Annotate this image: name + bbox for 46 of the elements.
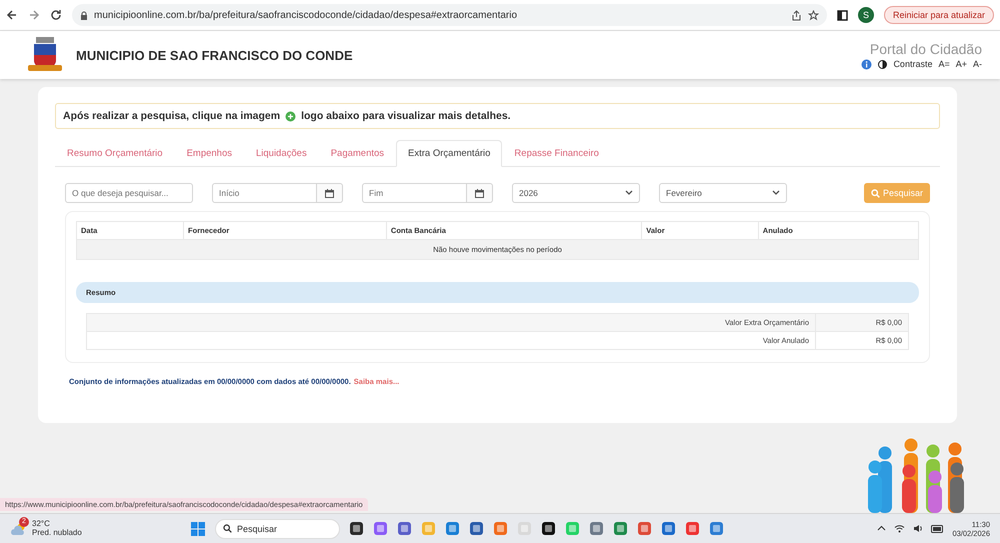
profile-avatar[interactable]: S <box>858 7 874 23</box>
battery-icon[interactable] <box>931 524 944 532</box>
tab[interactable]: Extra Orçamentário <box>396 140 502 167</box>
star-icon[interactable] <box>808 10 819 20</box>
update-button[interactable]: Reiniciar para atualizar <box>884 6 994 24</box>
calendar-icon <box>475 188 484 198</box>
share-icon[interactable] <box>790 10 802 20</box>
font-size-button[interactable]: A= <box>938 59 950 69</box>
back-icon[interactable] <box>6 9 18 21</box>
temperature-text: 32°C <box>32 520 51 528</box>
font-size-button[interactable]: A+ <box>956 59 967 69</box>
speaker-icon[interactable] <box>913 524 924 533</box>
notice-text: logo abaixo para visualizar mais detalhes. <box>301 110 511 122</box>
url-text: municipioonline.com.br/ba/prefeitura/saofranciscodoconde/cidadao/despesa#extraorcamentario <box>94 10 518 20</box>
lock-icon <box>80 10 88 20</box>
contrast-icon[interactable] <box>878 60 888 68</box>
app-icon[interactable] <box>541 521 556 536</box>
search-icon <box>223 524 232 533</box>
search-icon <box>870 188 880 198</box>
start-date-field[interactable]: Início <box>212 183 317 203</box>
site-title: MUNICIPIO DE SAO FRANCISCO DO CONDE <box>76 48 353 62</box>
taskbar-search-field[interactable]: Pesquisar <box>215 518 340 538</box>
notice-text: Após realizar a pesquisa, clique na imagem <box>63 110 280 122</box>
address-bar[interactable]: municipioonline.com.br/ba/prefeitura/saofranciscodoconde/cidadao/despesa#extraorcamentario <box>72 4 827 26</box>
calendar-icon <box>325 188 334 198</box>
reload-icon[interactable] <box>50 9 62 21</box>
weather-text: Pred. nublado <box>32 528 82 538</box>
font-size-button[interactable]: A- <box>973 59 982 69</box>
search-field[interactable]: O que deseja pesquisar... <box>65 183 193 203</box>
sidebar-icon[interactable] <box>836 10 848 20</box>
calendar-button[interactable] <box>467 183 493 203</box>
app-icon[interactable] <box>349 521 364 536</box>
month-dropdown[interactable]: Fevereiro <box>659 183 787 203</box>
calendar-button[interactable] <box>317 183 343 203</box>
chevron-up-icon[interactable] <box>877 524 886 533</box>
forward-icon[interactable] <box>28 9 40 21</box>
end-date-field[interactable]: Fim <box>362 183 467 203</box>
plus-circle-icon <box>285 110 296 122</box>
chevron-down-icon <box>772 190 780 196</box>
contrast-label[interactable]: Contraste <box>893 59 932 69</box>
start-icon[interactable] <box>190 520 206 536</box>
chevron-down-icon <box>625 190 633 196</box>
year-dropdown[interactable]: 2026 <box>512 183 640 203</box>
wifi-icon[interactable] <box>894 524 906 533</box>
portal-title: Portal do Cidadão <box>870 40 982 56</box>
info-icon[interactable] <box>861 58 872 70</box>
